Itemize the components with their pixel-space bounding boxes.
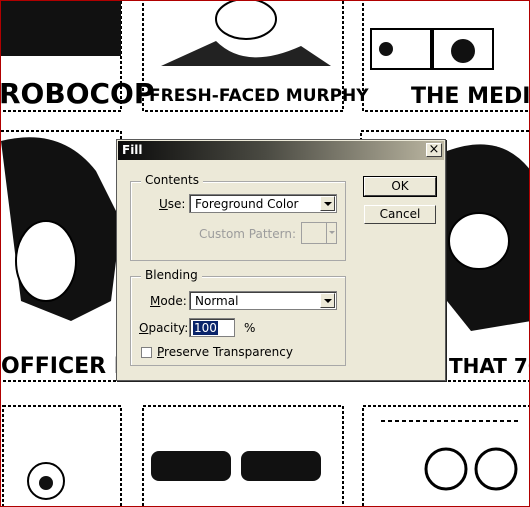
ok-button[interactable]: OK	[363, 176, 437, 197]
mode-label: Mode:	[150, 294, 187, 308]
chevron-down-icon[interactable]	[320, 293, 335, 308]
cancel-button[interactable]: Cancel	[364, 205, 436, 224]
chevron-down-icon	[327, 222, 337, 244]
contents-legend: Contents	[141, 173, 203, 187]
close-icon: ×	[428, 142, 440, 157]
dialog-title: Fill	[122, 143, 143, 157]
opacity-value: 100	[193, 321, 218, 335]
panel-caption: THAT 70s GUY	[449, 354, 530, 378]
fill-dialog: Fill × Contents Use: Foreground Color Cu…	[116, 139, 446, 381]
opacity-label: Opacity:	[139, 321, 189, 335]
use-label: Use:	[159, 197, 186, 211]
mode-value: Normal	[195, 294, 239, 308]
mode-select[interactable]: Normal	[189, 291, 337, 310]
preserve-transparency-checkbox[interactable]	[141, 347, 152, 358]
chevron-down-icon[interactable]	[320, 196, 335, 211]
blending-legend: Blending	[141, 268, 202, 282]
use-value: Foreground Color	[195, 197, 299, 211]
panel-caption: THE MEDIA	[411, 84, 530, 109]
opacity-input[interactable]: 100	[189, 318, 235, 337]
close-button[interactable]: ×	[426, 143, 442, 157]
preserve-transparency-label[interactable]: Preserve Transparency	[157, 345, 293, 359]
blending-group: Blending Mode: Normal Opacity: 100 % Pre…	[130, 268, 346, 366]
contents-group: Contents Use: Foreground Color Custom Pa…	[130, 173, 346, 261]
opacity-unit: %	[244, 321, 256, 335]
panel-caption: FRESH-FACED MURPHY	[149, 86, 369, 106]
panel-caption: ROBOCOP	[1, 77, 154, 110]
use-select[interactable]: Foreground Color	[189, 194, 337, 213]
dialog-titlebar[interactable]: Fill ×	[118, 141, 444, 160]
custom-pattern-swatch	[301, 222, 327, 244]
custom-pattern-label: Custom Pattern:	[199, 227, 297, 241]
